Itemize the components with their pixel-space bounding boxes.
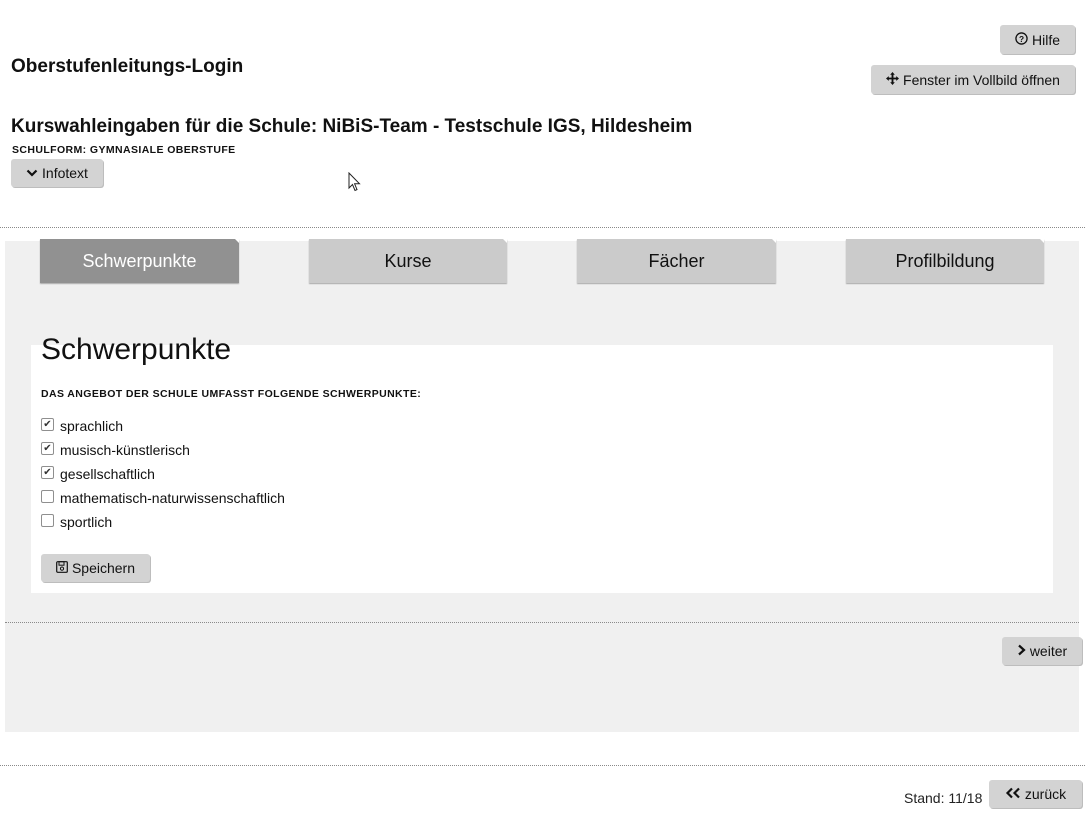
- option-label: mathematisch-naturwissenschaftlich: [60, 490, 285, 506]
- option-sprachlich: ✔ sprachlich: [41, 418, 123, 434]
- weiter-button-label: weiter: [1029, 643, 1068, 659]
- zurueck-button[interactable]: zurück: [989, 778, 1084, 808]
- question-circle-icon: ?: [1015, 31, 1028, 48]
- fullscreen-button-label: Fenster im Vollbild öffnen: [903, 71, 1060, 88]
- offer-label: DAS ANGEBOT DER SCHULE UMFASST FOLGENDE …: [41, 388, 422, 400]
- save-button[interactable]: Speichern: [41, 552, 152, 582]
- svg-text:?: ?: [1019, 33, 1024, 43]
- section-title: Schwerpunkte: [41, 333, 232, 366]
- floppy-disk-icon: [56, 560, 68, 576]
- panel-separator: [5, 622, 1079, 623]
- help-button-label: Hilfe: [1031, 31, 1060, 48]
- option-label: sportlich: [60, 514, 113, 530]
- arrows-move-icon: [886, 71, 900, 88]
- schulform-label: SCHULFORM: GYMNASIALE OBERSTUFE: [12, 144, 236, 156]
- option-label: gesellschaftlich: [60, 466, 155, 482]
- tab-faecher[interactable]: Fächer: [577, 239, 776, 283]
- zurueck-button-label: zurück: [1024, 786, 1067, 802]
- help-button[interactable]: ? Hilfe: [1000, 23, 1077, 54]
- option-musisch-kuenstlerisch: ✔ musisch-künstlerisch: [41, 442, 190, 458]
- header-separator: [0, 227, 1085, 228]
- checkbox-mathematisch-naturwissenschaftlich[interactable]: [41, 490, 54, 503]
- tab-profilbildung[interactable]: Profilbildung: [846, 239, 1044, 283]
- checkbox-sprachlich[interactable]: ✔: [41, 418, 54, 431]
- option-label: sprachlich: [60, 418, 124, 434]
- checkbox-musisch-kuenstlerisch[interactable]: ✔: [41, 442, 54, 455]
- save-button-label: Speichern: [71, 560, 136, 576]
- tab-schwerpunkte[interactable]: Schwerpunkte: [40, 239, 239, 283]
- double-chevron-left-icon: [1005, 786, 1021, 802]
- stand-label: Stand: 11/18: [904, 790, 983, 806]
- tab-kurse[interactable]: Kurse: [309, 239, 507, 283]
- option-label: musisch-künstlerisch: [60, 442, 190, 458]
- schwerpunkte-card: [31, 345, 1053, 593]
- login-title: Oberstufenleitungs-Login: [11, 56, 244, 77]
- option-mathematisch-naturwissenschaftlich: mathematisch-naturwissenschaftlich: [41, 490, 285, 506]
- chevron-down-icon: [26, 165, 38, 181]
- infotext-button[interactable]: Infotext: [11, 157, 105, 187]
- mouse-cursor-icon: [348, 171, 361, 197]
- chevron-right-icon: [1017, 643, 1026, 659]
- infotext-button-label: Infotext: [42, 165, 88, 181]
- fullscreen-button[interactable]: Fenster im Vollbild öffnen: [871, 63, 1077, 94]
- footer-separator: [0, 765, 1085, 766]
- option-sportlich: sportlich: [41, 514, 112, 530]
- checkbox-sportlich[interactable]: [41, 514, 54, 527]
- option-gesellschaftlich: ✔ gesellschaftlich: [41, 466, 155, 482]
- weiter-button[interactable]: weiter: [1002, 635, 1084, 665]
- school-title: Kurswahleingaben für die Schule: NiBiS-T…: [11, 116, 693, 137]
- checkbox-gesellschaftlich[interactable]: ✔: [41, 466, 54, 479]
